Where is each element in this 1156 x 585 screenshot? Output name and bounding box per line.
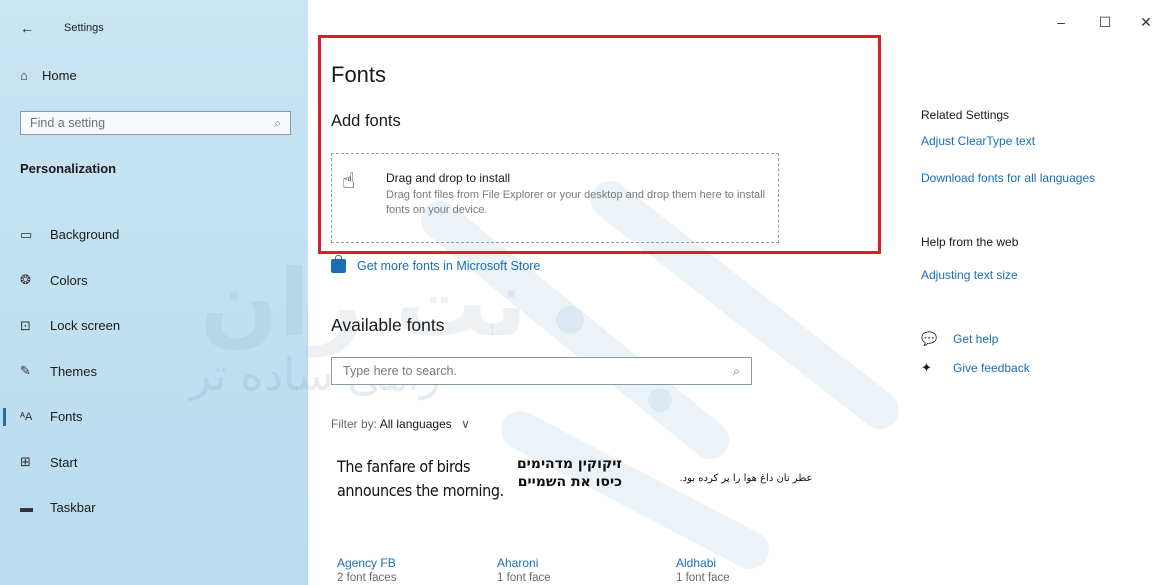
sidebar-item-themes[interactable]: ✎ Themes — [0, 349, 308, 395]
get-help-link[interactable]: 💬 Get help — [921, 331, 998, 347]
fonts-icon: ᴬA — [20, 410, 33, 423]
chat-help-icon: 💬 — [921, 331, 938, 346]
give-feedback-label: Give feedback — [953, 361, 1030, 375]
search-icon[interactable]: ⌕ — [274, 116, 281, 131]
sidebar-item-label: Start — [50, 454, 78, 470]
available-fonts-heading: Available fonts — [331, 315, 445, 335]
give-feedback-link[interactable]: ✦ Give feedback — [921, 360, 1030, 376]
sidebar-item-start[interactable]: ⊞ Start — [0, 440, 308, 486]
font-name: Aharoni — [497, 556, 539, 570]
palette-icon: ❂ — [20, 272, 31, 288]
feedback-icon: ✦ — [921, 360, 932, 375]
store-link[interactable]: Get more fonts in Microsoft Store — [331, 255, 541, 273]
sidebar: ← Settings ⌂ Home Find a setting ⌕ Perso… — [0, 0, 308, 585]
sidebar-item-home[interactable]: ⌂ Home — [20, 68, 77, 83]
filter-value: All languages — [379, 417, 452, 431]
adjust-cleartype-link[interactable]: Adjust ClearType text — [921, 134, 1035, 148]
help-heading: Help from the web — [921, 235, 1019, 249]
section-title: Personalization — [20, 161, 117, 176]
themes-icon: ✎ — [20, 363, 31, 379]
font-sample: The fanfare of birds announces the morni… — [337, 457, 504, 500]
sidebar-nav: ▭ Background ❂ Colors ⊡ Lock screen ✎ Th… — [0, 212, 308, 531]
sidebar-item-label: Lock screen — [50, 318, 121, 334]
font-faces: 1 font face — [497, 572, 551, 584]
download-fonts-link[interactable]: Download fonts for all languages — [921, 171, 1095, 185]
sidebar-item-colors[interactable]: ❂ Colors — [0, 258, 308, 304]
close-icon[interactable]: ✕ — [1136, 14, 1156, 31]
font-card-aldhabi[interactable]: عطر نان داغ هوا را پر کرده بود. Aldhabi … — [676, 455, 846, 584]
start-icon: ⊞ — [20, 454, 31, 470]
sidebar-item-label: Colors — [50, 272, 88, 288]
sidebar-item-label: Themes — [50, 363, 97, 379]
font-sample: عطر نان داغ هوا را پر کرده بود. — [679, 473, 813, 484]
background-icon: ▭ — [20, 226, 33, 242]
font-card-aharoni[interactable]: זיקוקין מדהימים כיסו את השמיים Aharoni 1… — [497, 455, 667, 584]
search-icon[interactable]: ⌕ — [733, 364, 740, 379]
minimize-icon[interactable]: – — [1051, 14, 1071, 30]
title-bar: ← Settings — [20, 18, 104, 38]
sidebar-item-label: Taskbar — [50, 500, 96, 516]
store-bag-icon — [331, 255, 346, 273]
store-link-label: Get more fonts in Microsoft Store — [357, 259, 541, 273]
sidebar-item-lock-screen[interactable]: ⊡ Lock screen — [0, 303, 308, 349]
font-search-input[interactable]: Type here to search. ⌕ — [331, 357, 752, 385]
maximize-icon[interactable]: ☐ — [1095, 14, 1115, 31]
chevron-down-icon: ∨ — [461, 417, 470, 431]
font-name: Agency FB — [337, 556, 396, 570]
font-name: Aldhabi — [676, 556, 717, 570]
font-search-placeholder: Type here to search. — [343, 364, 457, 378]
find-setting-input[interactable]: Find a setting ⌕ — [20, 111, 291, 135]
font-faces: 2 font faces — [337, 572, 397, 584]
back-arrow-icon[interactable]: ← — [20, 20, 40, 36]
lock-screen-icon: ⊡ — [20, 317, 31, 333]
sidebar-item-taskbar[interactable]: ▬ Taskbar — [0, 485, 308, 531]
taskbar-icon: ▬ — [20, 500, 33, 516]
get-help-label: Get help — [953, 332, 999, 346]
font-card-agency-fb[interactable]: The fanfare of birds announces the morni… — [337, 455, 507, 584]
adjusting-text-size-link[interactable]: Adjusting text size — [921, 268, 1018, 282]
filter-dropdown[interactable]: Filter by: All languages ∨ — [331, 417, 470, 431]
font-sample: זיקוקין מדהימים כיסו את השמיים — [516, 456, 622, 490]
filter-label: Filter by: — [331, 417, 378, 431]
window-title: Settings — [64, 22, 104, 34]
related-settings-heading: Related Settings — [921, 108, 1010, 122]
sidebar-item-label: Background — [50, 227, 120, 243]
home-label: Home — [42, 68, 77, 83]
find-setting-placeholder: Find a setting — [30, 116, 106, 130]
sidebar-item-label: Fonts — [50, 409, 83, 425]
highlight-box — [318, 35, 881, 254]
home-icon: ⌂ — [20, 68, 28, 83]
sidebar-item-background[interactable]: ▭ Background — [0, 212, 308, 258]
sidebar-item-fonts[interactable]: ᴬA Fonts — [0, 394, 308, 440]
font-faces: 1 font face — [676, 572, 730, 584]
